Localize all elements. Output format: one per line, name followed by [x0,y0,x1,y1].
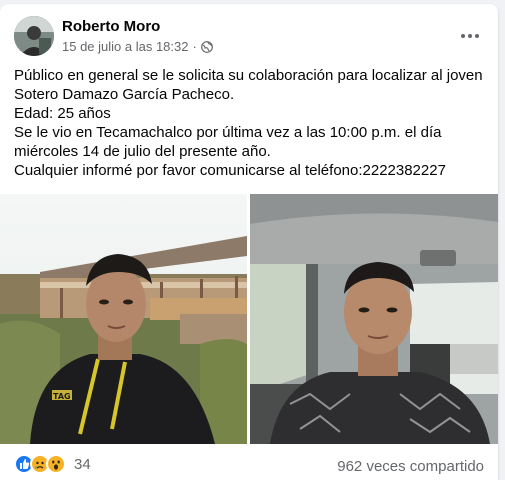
share-count[interactable]: 962 veces compartido [337,458,484,475]
globe-icon[interactable] [200,40,213,53]
post-card: Roberto Moro 15 de julio a las 18:32 · P… [0,4,498,480]
post-line: miércoles 14 de julio del presente año. [14,143,271,160]
shirt-logo-text: TAG [53,392,71,401]
post-line: Sotero Damazo García Pacheco. [14,86,235,103]
more-dot [468,34,472,38]
photo-grid: TAG [0,194,498,444]
wow-icon [46,454,66,474]
post-meta: 15 de julio a las 18:32 · [62,39,213,54]
post-line: Público en general se le solicita su col… [14,67,483,84]
reaction-count: 34 [74,455,91,473]
more-dot [461,34,465,38]
post-line: Se le vio en Tecamachalco por última vez… [14,124,442,141]
more-dot [475,34,479,38]
photo-outdoor-selfie[interactable]: TAG [0,194,247,444]
more-options-icon[interactable] [456,22,484,50]
meta-separator: · [192,39,197,54]
post-header: Roberto Moro 15 de julio a las 18:32 · [14,16,484,58]
post-footer: 34 962 veces compartido [14,450,484,480]
post-line: Edad: 25 años [14,105,111,122]
author-name[interactable]: Roberto Moro [62,18,160,35]
post-date[interactable]: 15 de julio a las 18:32 [62,39,188,54]
reactions-summary[interactable]: 34 [14,454,91,474]
author-avatar[interactable] [14,16,54,56]
post-text: Público en general se le solicita su col… [14,66,489,180]
photo-car-selfie[interactable] [250,194,498,444]
post-line: Cualquier informé por favor comunicarse … [14,162,446,179]
